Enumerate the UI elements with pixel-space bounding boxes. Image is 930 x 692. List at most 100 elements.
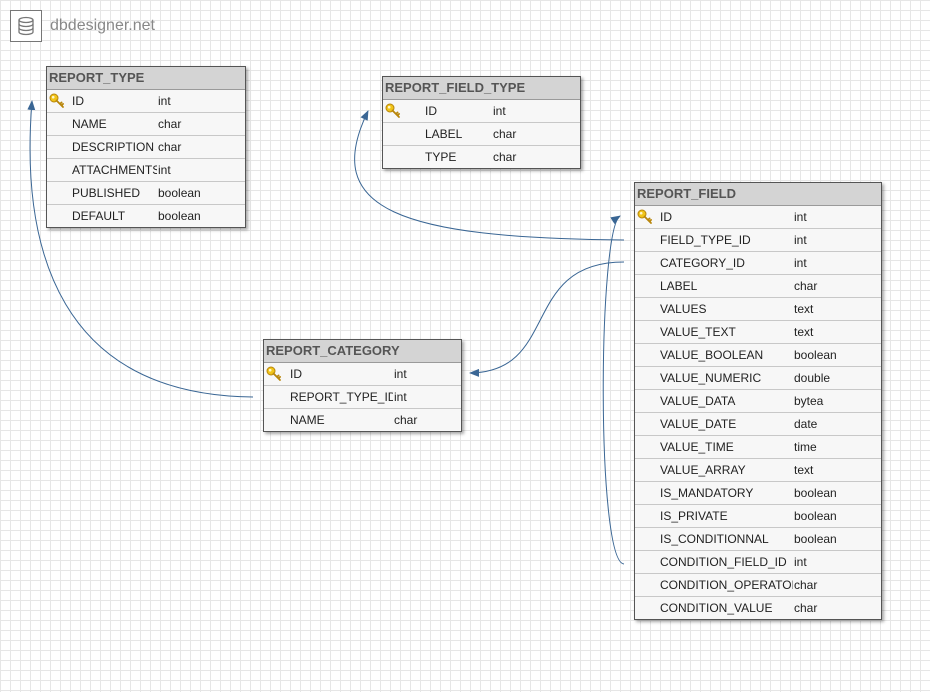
field-type: int [794,210,807,224]
table-title: REPORT_TYPE [47,67,245,90]
field-type: text [794,325,814,339]
field-name: DEFAULT [72,209,126,223]
field-row-value-numeric[interactable]: VALUE_NUMERIC double [635,367,881,390]
field-name: ID [290,367,302,381]
field-type: char [794,601,818,615]
field-name: NAME [72,117,107,131]
field-type: double [794,371,831,385]
field-row-name[interactable]: NAME char [47,113,245,136]
field-row-value-data[interactable]: VALUE_DATA bytea [635,390,881,413]
field-row-id[interactable]: ID int [264,363,461,386]
field-row-is-conditionnal[interactable]: IS_CONDITIONNAL boolean [635,528,881,551]
field-row-label[interactable]: LABEL char [383,123,580,146]
field-row-value-boolean[interactable]: VALUE_BOOLEAN boolean [635,344,881,367]
field-type: char [794,578,818,592]
field-row-id[interactable]: ID int [47,90,245,113]
field-row-field-type-id[interactable]: FIELD_TYPE_ID int [635,229,881,252]
primary-key-icon [637,209,653,225]
field-row-value-time[interactable]: VALUE_TIME time [635,436,881,459]
field-type: int [158,94,171,108]
field-type: text [794,302,814,316]
field-name: ATTACHMENTS [72,163,157,177]
field-type: boolean [158,209,201,223]
primary-key-icon [266,366,282,382]
field-row-condition-value[interactable]: CONDITION_VALUE char [635,597,881,619]
field-type: time [794,440,817,454]
field-row-name[interactable]: NAME char [264,409,461,431]
table-title: REPORT_FIELD_TYPE [383,77,580,100]
field-row-report-type-id[interactable]: REPORT_TYPE_ID int [264,386,461,409]
table-report-type[interactable]: REPORT_TYPE ID int NAME char DESCRIPTION char… [46,66,246,228]
field-name: CONDITION_VALUE [660,601,773,615]
field-row-attachments[interactable]: ATTACHMENTS int [47,159,245,182]
field-name: NAME [290,413,325,427]
field-type: int [794,555,807,569]
field-row-condition-field-id[interactable]: CONDITION_FIELD_ID int [635,551,881,574]
field-type: boolean [794,348,837,362]
field-type: int [158,163,171,177]
field-row-category-id[interactable]: CATEGORY_ID int [635,252,881,275]
field-type: char [493,127,517,141]
field-type: int [493,104,506,118]
field-row-published[interactable]: PUBLISHED boolean [47,182,245,205]
table-report-category[interactable]: REPORT_CATEGORY ID int REPORT_TYPE_ID int NA… [263,339,462,432]
field-row-values[interactable]: VALUES text [635,298,881,321]
app-logo[interactable]: dbdesigner.net [10,10,155,42]
field-row-value-array[interactable]: VALUE_ARRAY text [635,459,881,482]
field-type: int [394,390,407,404]
field-name: ID [72,94,84,108]
table-report-field[interactable]: REPORT_FIELD ID int FIELD_TYPE_ID int CATEGO… [634,182,882,620]
table-report-field-type[interactable]: REPORT_FIELD_TYPE ID int LABEL char TYPE char [382,76,581,169]
field-name: VALUE_NUMERIC [660,371,762,385]
field-type: char [158,140,182,154]
field-row-condition-operator[interactable]: CONDITION_OPERATOR char [635,574,881,597]
field-type: boolean [794,486,837,500]
field-name: LABEL [660,279,698,293]
field-row-description[interactable]: DESCRIPTION char [47,136,245,159]
field-type: int [394,367,407,381]
table-title: REPORT_CATEGORY [264,340,461,363]
field-name: ID [425,104,437,118]
field-name: CONDITION_OPERATOR [660,578,793,592]
app-name: dbdesigner.net [50,17,155,34]
field-type: boolean [794,532,837,546]
database-icon [10,10,42,42]
field-row-type[interactable]: TYPE char [383,146,580,168]
field-row-label[interactable]: LABEL char [635,275,881,298]
field-name: CONDITION_FIELD_ID [660,555,787,569]
primary-key-icon [49,93,65,109]
field-row-value-date[interactable]: VALUE_DATE date [635,413,881,436]
field-row-id[interactable]: ID int [383,100,580,123]
field-name: VALUE_BOOLEAN [660,348,764,362]
field-name: CATEGORY_ID [660,256,745,270]
field-name: IS_MANDATORY [660,486,754,500]
relation-field-condition-to-field[interactable] [602,215,625,565]
field-name: FIELD_TYPE_ID [660,233,751,247]
field-row-is-mandatory[interactable]: IS_MANDATORY boolean [635,482,881,505]
field-name: TYPE [425,150,457,164]
primary-key-icon [385,103,401,119]
field-name: VALUE_DATA [660,394,736,408]
relation-field-to-category[interactable] [469,261,625,377]
field-type: int [794,256,807,270]
field-name: PUBLISHED [72,186,141,200]
field-row-default[interactable]: DEFAULT boolean [47,205,245,227]
field-type: char [493,150,517,164]
field-row-id[interactable]: ID int [635,206,881,229]
field-name: VALUES [660,302,707,316]
field-type: int [794,233,807,247]
field-type: boolean [158,186,201,200]
field-name: VALUE_TIME [660,440,734,454]
table-title: REPORT_FIELD [635,183,881,206]
field-row-value-text[interactable]: VALUE_TEXT text [635,321,881,344]
field-name: LABEL [425,127,463,141]
field-name: ID [660,210,672,224]
field-row-is-private[interactable]: IS_PRIVATE boolean [635,505,881,528]
field-type: char [158,117,182,131]
field-name: REPORT_TYPE_ID [290,390,393,404]
field-type: date [794,417,818,431]
field-name: VALUE_TEXT [660,325,736,339]
field-name: DESCRIPTION [72,140,155,154]
field-name: VALUE_DATE [660,417,737,431]
field-type: boolean [794,509,837,523]
